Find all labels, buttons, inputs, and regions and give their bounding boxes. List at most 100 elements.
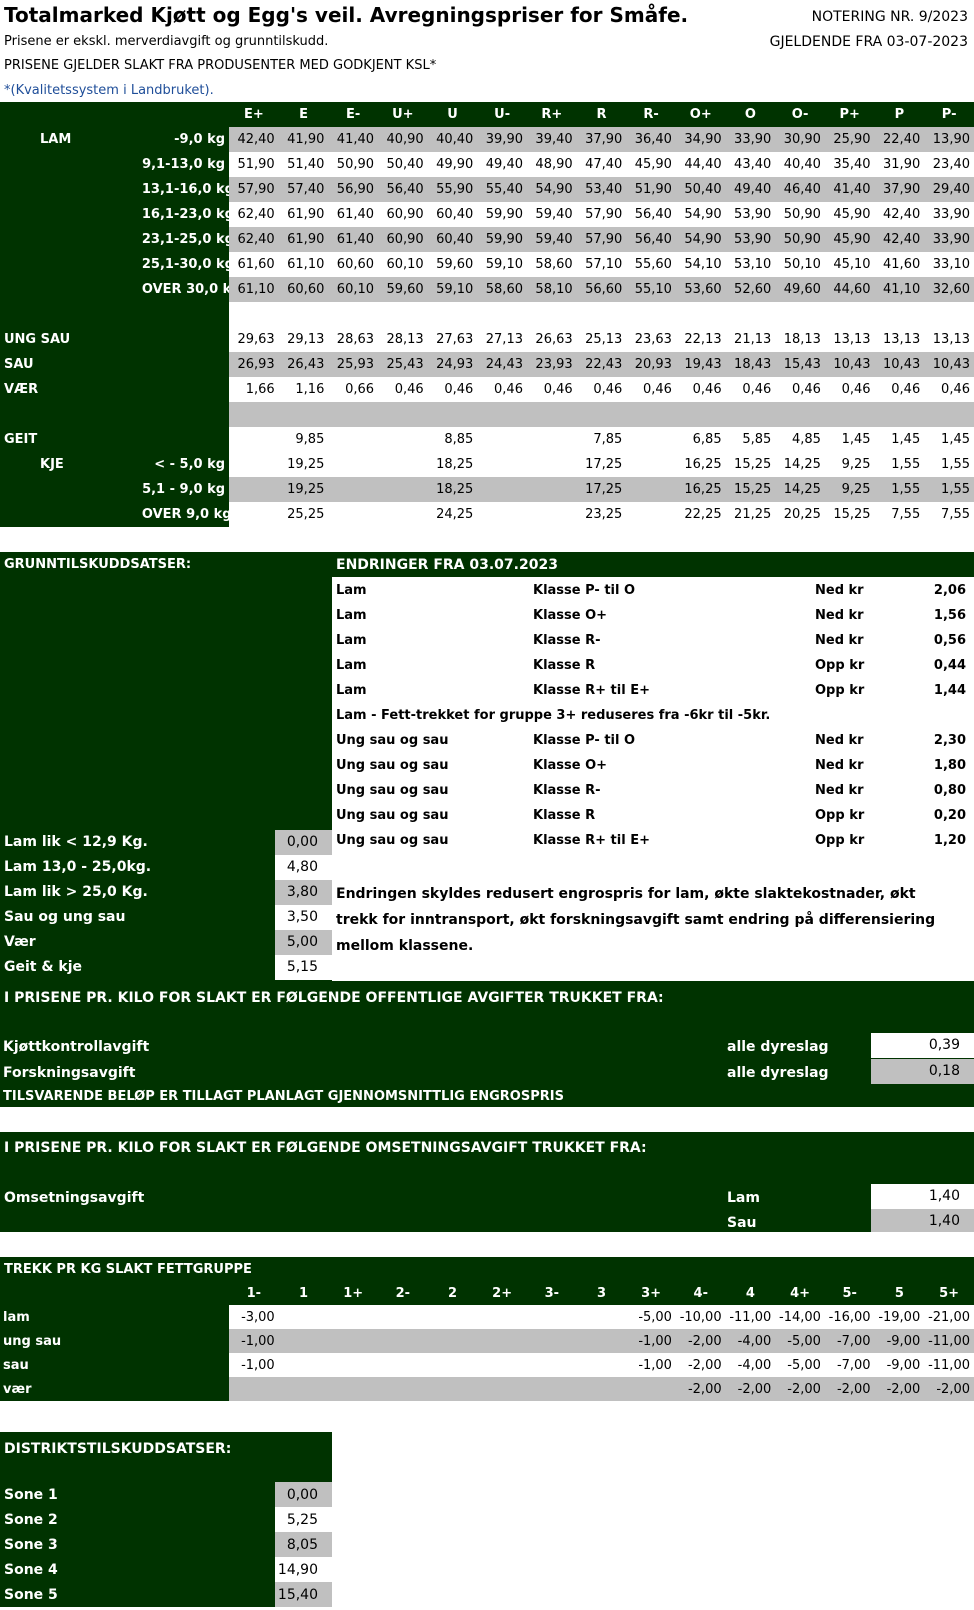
price-cell: 41,60 bbox=[883, 257, 921, 272]
price-cell: 0,46 bbox=[543, 382, 573, 397]
price-cell: 54,90 bbox=[675, 227, 726, 252]
price-cell: 45,10 bbox=[833, 257, 871, 272]
change-class: Klasse P- til O bbox=[533, 583, 636, 598]
row-weight bbox=[141, 377, 230, 402]
price-cell: 7,55 bbox=[891, 507, 921, 522]
trekk-cell bbox=[279, 1305, 329, 1329]
price-cell: 44,40 bbox=[684, 157, 722, 172]
price-row: LAM -9,0 kg 42,40 41,90 41,40 40,90 40,40 39,90… bbox=[0, 127, 974, 152]
change-row: Lam Klasse R Opp kr 0,44 bbox=[336, 653, 970, 678]
price-cell bbox=[229, 427, 279, 452]
price-cell: 59,10 bbox=[427, 277, 478, 302]
price-cell bbox=[378, 402, 428, 427]
price-cell: 37,90 bbox=[576, 127, 627, 152]
sone-row: Sone 3 8,05 bbox=[0, 1532, 332, 1557]
forskning-label: Forskningsavgift bbox=[3, 1065, 136, 1081]
price-cell: 21,25 bbox=[734, 507, 772, 522]
fat-group-header: 2+ bbox=[477, 1281, 527, 1305]
price-cell bbox=[477, 402, 527, 427]
header-blank bbox=[0, 102, 142, 127]
price-cell: 50,90 bbox=[775, 227, 825, 252]
change-row: Lam Klasse P- til O Ned kr 2,06 bbox=[336, 578, 970, 603]
sone-value: 14,90 bbox=[275, 1557, 332, 1582]
change-direction: Opp kr bbox=[815, 683, 865, 698]
subtitle-vat-note: Prisene er ekskl. merverdiavgift og grun… bbox=[4, 34, 329, 49]
row-category bbox=[0, 202, 142, 227]
grunn-rate-label: Lam lik < 12,9 Kg. bbox=[4, 834, 148, 850]
change-animal: Ung sau og sau bbox=[336, 808, 449, 823]
trekk-table: 1- 1 1+ 2- 2 2+ 3- 3 3+ 4- 4 4+ 5- 5 5+ lam -3,00 -5,00 -1… bbox=[0, 1281, 974, 1401]
change-animal: Lam bbox=[336, 608, 367, 623]
price-cell: 50,40 bbox=[675, 177, 726, 202]
price-header-row: E+ E E- U+ U U- R+ R R- O+ O O- P+ P P- bbox=[0, 102, 974, 127]
price-cell: 42,40 bbox=[883, 207, 921, 222]
trekk-cell: -10,00 bbox=[679, 1309, 722, 1325]
trekk-cell bbox=[278, 1329, 329, 1353]
avgifter-footer: TILSVARENDE BELØP ER TILLAGT PLANLAGT GJ… bbox=[3, 1089, 564, 1104]
trekk-cell: -4,00 bbox=[725, 1329, 776, 1353]
price-cell: 55,60 bbox=[634, 257, 672, 272]
price-cell bbox=[825, 302, 875, 327]
price-cell: 13,13 bbox=[883, 332, 921, 347]
price-cell: 9,25 bbox=[841, 457, 871, 472]
price-cell bbox=[726, 302, 776, 327]
price-cell bbox=[328, 502, 378, 527]
trekk-cell bbox=[427, 1329, 478, 1353]
price-cell: 49,40 bbox=[725, 177, 776, 202]
price-cell: 14,25 bbox=[775, 477, 825, 502]
price-cell: 49,60 bbox=[775, 277, 825, 302]
price-cell: 56,90 bbox=[328, 177, 379, 202]
row-weight: OVER 30,0 kg bbox=[141, 277, 230, 302]
price-cell bbox=[527, 302, 577, 327]
price-cell: 33,90 bbox=[725, 127, 776, 152]
price-row: 16,1-23,0 kg 62,40 61,90 61,40 60,90 60,40 59,… bbox=[0, 202, 974, 227]
change-explanation: Endringen skyldes redusert engrospris fo… bbox=[336, 881, 935, 959]
change-direction: Ned kr bbox=[815, 733, 864, 748]
price-cell: 9,85 bbox=[295, 432, 325, 447]
price-cell bbox=[775, 402, 825, 427]
change-animal: Lam bbox=[336, 658, 367, 673]
omsetning-lam-scope: Lam bbox=[727, 1190, 760, 1206]
price-cell bbox=[526, 477, 577, 502]
row-category bbox=[0, 477, 142, 502]
price-cell: 33,90 bbox=[932, 207, 970, 222]
trekk-cell: -2,00 bbox=[725, 1377, 776, 1401]
trekk-cell bbox=[477, 1353, 527, 1377]
change-amount: 1,56 bbox=[933, 608, 966, 623]
note-line-3: mellom klassene. bbox=[336, 938, 474, 954]
price-cell: 58,60 bbox=[477, 277, 527, 302]
trekk-cell: -4,00 bbox=[737, 1357, 772, 1373]
change-row: Ung sau og sau Klasse R Opp kr 0,20 bbox=[336, 803, 970, 828]
price-cell bbox=[427, 402, 478, 427]
price-cell: 51,90 bbox=[237, 157, 275, 172]
distrikt-title: DISTRIKTSTILSKUDDSATSER: bbox=[4, 1441, 232, 1457]
price-cell: 61,60 bbox=[237, 257, 275, 272]
change-row: Ung sau og sau Klasse R+ til E+ Opp kr 1,20 bbox=[336, 828, 970, 853]
fat-group-header: 5+ bbox=[924, 1281, 974, 1305]
changes-table: Lam Klasse P- til O Ned kr 2,06 Lam Klasse O+… bbox=[336, 578, 970, 853]
price-cell: 0,46 bbox=[841, 382, 871, 397]
price-cell: 0,46 bbox=[394, 382, 424, 397]
price-cell: 0,46 bbox=[692, 382, 722, 397]
trekk-cell bbox=[477, 1377, 527, 1401]
change-amount: 1,80 bbox=[933, 758, 966, 773]
row-category bbox=[0, 152, 142, 177]
price-cell: 0,46 bbox=[444, 382, 474, 397]
price-cell: 18,43 bbox=[725, 352, 776, 377]
price-cell: 19,25 bbox=[278, 477, 329, 502]
price-cell: 31,90 bbox=[883, 157, 921, 172]
price-cell bbox=[229, 402, 279, 427]
trekk-cell bbox=[427, 1377, 478, 1401]
row-weight: 25,1-30,0 kg bbox=[141, 252, 230, 277]
sone-row: Sone 2 5,25 bbox=[0, 1507, 332, 1532]
price-cell: 60,10 bbox=[328, 277, 379, 302]
fat-group-header: 4+ bbox=[775, 1281, 825, 1305]
price-cell: 49,90 bbox=[436, 157, 474, 172]
omsetning-lam-value: 1,40 bbox=[871, 1184, 974, 1209]
trekk-row: vær -2,00 -2,00 -2,00 -2,00 -2,00 -2,00 bbox=[0, 1377, 974, 1401]
price-cell bbox=[577, 302, 627, 327]
price-cell: 60,90 bbox=[386, 207, 424, 222]
grunn-rates: Lam lik < 12,9 Kg. 0,00 Lam 13,0 - 25,0kg.… bbox=[0, 830, 332, 980]
price-cell: 50,40 bbox=[386, 157, 424, 172]
price-row: UNG SAU 29,63 29,13 28,63 28,13 27,63 27,13 26,… bbox=[0, 327, 974, 352]
